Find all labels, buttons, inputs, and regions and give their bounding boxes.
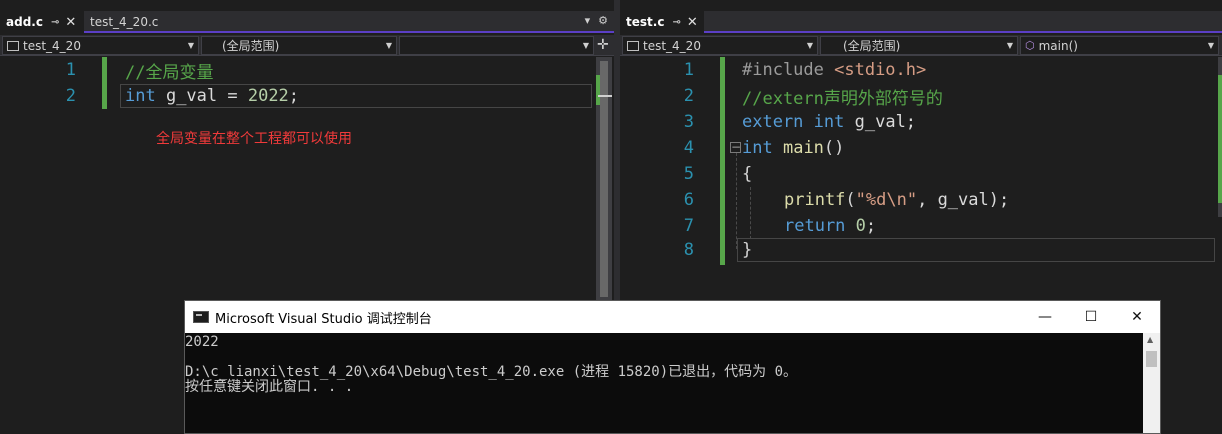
pin-icon[interactable]: ⊸ bbox=[672, 17, 680, 28]
line-number: 4 bbox=[683, 138, 694, 158]
code-line: 8 } bbox=[620, 237, 1222, 263]
project-label: test_4_20 bbox=[23, 38, 81, 53]
line-number: 6 bbox=[683, 190, 694, 210]
code-text: #include <stdio.h> bbox=[742, 60, 927, 80]
split-icon[interactable]: ✛ bbox=[597, 37, 609, 53]
tab-label: test_4_20.c bbox=[90, 15, 159, 29]
console-line: D:\c_lianxi\test_4_20\x64\Debug\test_4_2… bbox=[185, 364, 798, 380]
chevron-down-icon: ▼ bbox=[582, 41, 589, 50]
console-scrollbar[interactable]: ▲ bbox=[1143, 333, 1160, 433]
code-line: 1 #include <stdio.h> bbox=[620, 57, 1222, 83]
chevron-down-icon: ▼ bbox=[187, 41, 194, 50]
pin-icon[interactable]: ⊸ bbox=[51, 17, 59, 28]
code-text: printf("%d\n", g_val); bbox=[784, 190, 1010, 210]
console-output[interactable]: 2022 D:\c_lianxi\test_4_20\x64\Debug\tes… bbox=[185, 333, 1143, 433]
tab-test-4-20-c[interactable]: test_4_20.c bbox=[84, 11, 198, 33]
code-line: 2 int g_val = 2022; bbox=[0, 83, 614, 109]
project-icon bbox=[7, 40, 19, 51]
code-text: } bbox=[742, 240, 753, 260]
close-icon[interactable]: ✕ bbox=[65, 15, 76, 30]
line-number: 1 bbox=[683, 60, 694, 80]
project-icon bbox=[627, 40, 639, 51]
console-title-bar[interactable]: Microsoft Visual Studio 调试控制台 — ☐ ✕ bbox=[185, 301, 1160, 333]
member-dropdown[interactable]: ⬡ main() ▼ bbox=[1020, 36, 1219, 55]
line-number: 2 bbox=[683, 86, 694, 106]
close-icon[interactable]: ✕ bbox=[1114, 301, 1160, 333]
project-dropdown[interactable]: test_4_20 ▼ bbox=[622, 36, 818, 55]
scope-label: (全局范围) bbox=[222, 39, 280, 53]
line-number: 8 bbox=[683, 240, 694, 260]
chevron-down-icon: ▼ bbox=[806, 41, 813, 50]
minimize-icon[interactable]: — bbox=[1022, 301, 1068, 333]
code-text: int g_val = 2022; bbox=[125, 86, 300, 106]
left-tabstrip: add.c ⊸ ✕ test_4_20.c ▾ ⚙ bbox=[0, 11, 614, 33]
console-app-icon bbox=[193, 311, 209, 323]
tab-add-c[interactable]: add.c ⊸ ✕ bbox=[0, 11, 84, 33]
member-label: main() bbox=[1038, 38, 1078, 53]
right-navigation-bar: test_4_20 ▼ (全局范围) ▼ ⬡ main() ▼ bbox=[620, 35, 1222, 56]
project-dropdown[interactable]: test_4_20 ▼ bbox=[2, 36, 199, 55]
chevron-down-icon: ▼ bbox=[385, 41, 392, 50]
code-line: 3 extern int g_val; bbox=[620, 109, 1222, 135]
vertical-scrollbar[interactable] bbox=[1218, 57, 1222, 217]
caret-marker bbox=[598, 95, 612, 97]
console-title: Microsoft Visual Studio 调试控制台 bbox=[215, 311, 432, 327]
scope-label: (全局范围) bbox=[843, 39, 901, 53]
scroll-up-icon[interactable]: ▲ bbox=[1147, 335, 1153, 344]
line-number: 3 bbox=[683, 112, 694, 132]
project-label: test_4_20 bbox=[643, 38, 701, 53]
code-line: 5 { bbox=[620, 161, 1222, 187]
code-text: { bbox=[742, 164, 753, 184]
code-line: 6 printf("%d\n", g_val); bbox=[620, 187, 1222, 213]
code-line: 1 //全局变量 bbox=[0, 57, 614, 83]
right-tabstrip: test.c ⊸ ✕ bbox=[620, 11, 1222, 33]
code-line: 7 return 0; bbox=[620, 213, 1222, 239]
gear-icon[interactable]: ⚙ bbox=[598, 14, 608, 27]
code-line: 2 //extern声明外部符号的 bbox=[620, 83, 1222, 109]
chevron-down-icon: ▼ bbox=[1006, 41, 1013, 50]
console-line: 2022 bbox=[185, 334, 219, 350]
line-number: 7 bbox=[683, 216, 694, 236]
line-number: 2 bbox=[65, 86, 76, 106]
change-marker bbox=[596, 75, 600, 105]
code-text: extern int g_val; bbox=[742, 112, 917, 132]
vertical-scrollbar[interactable] bbox=[596, 57, 612, 301]
code-line: 4 − int main() bbox=[620, 135, 1222, 161]
code-text: //全局变量 bbox=[125, 62, 214, 83]
tab-label: add.c bbox=[6, 15, 43, 29]
maximize-icon[interactable]: ☐ bbox=[1068, 301, 1114, 333]
scroll-thumb[interactable] bbox=[1146, 351, 1157, 367]
tabstrip-tools: ▾ ⚙ bbox=[585, 14, 608, 27]
scope-dropdown[interactable]: (全局范围) ▼ bbox=[820, 36, 1018, 55]
line-number: 5 bbox=[683, 164, 694, 184]
left-navigation-bar: test_4_20 ▼ (全局范围) ▼ ▼ ✛ bbox=[0, 35, 614, 56]
tab-test-c[interactable]: test.c ⊸ ✕ bbox=[620, 11, 704, 33]
scope-dropdown[interactable]: (全局范围) ▼ bbox=[201, 36, 397, 55]
change-marker bbox=[1218, 75, 1222, 203]
cube-icon: ⬡ bbox=[1025, 39, 1035, 52]
collapse-icon[interactable]: − bbox=[730, 141, 741, 153]
annotation-text: 全局变量在整个工程都可以使用 bbox=[156, 131, 352, 147]
code-text: //extern声明外部符号的 bbox=[742, 88, 943, 109]
member-dropdown[interactable]: ▼ bbox=[399, 36, 594, 55]
code-text: int main() bbox=[742, 138, 845, 158]
close-icon[interactable]: ✕ bbox=[687, 15, 698, 30]
debug-console-window: Microsoft Visual Studio 调试控制台 — ☐ ✕ 2022… bbox=[184, 300, 1161, 434]
chevron-down-icon: ▼ bbox=[1207, 41, 1214, 50]
tab-label: test.c bbox=[626, 15, 665, 29]
code-text: return 0; bbox=[784, 216, 877, 236]
console-line: 按任意键关闭此窗口. . . bbox=[185, 379, 354, 395]
chevron-down-icon[interactable]: ▾ bbox=[585, 14, 591, 27]
line-number: 1 bbox=[65, 60, 76, 80]
